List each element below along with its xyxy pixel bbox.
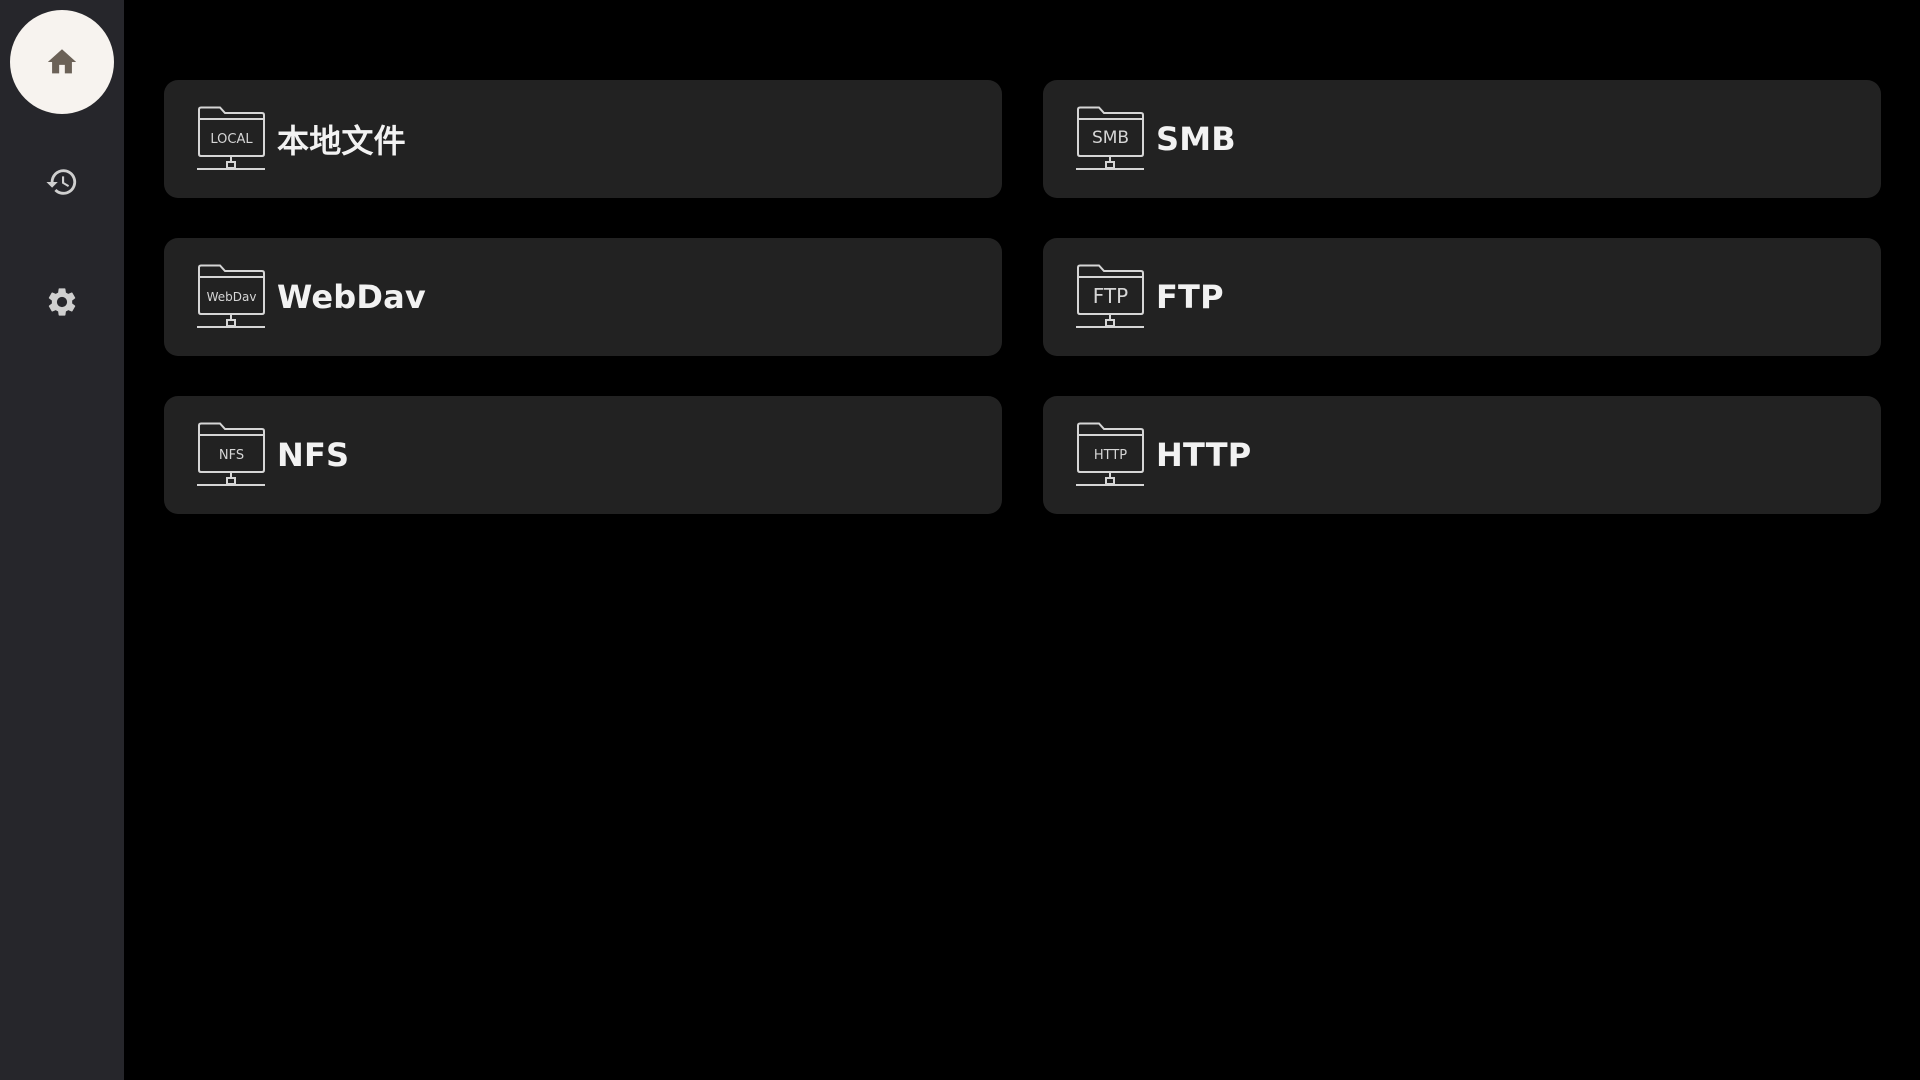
navigation-rail <box>0 0 124 1080</box>
ftp-folder-icon: FTP <box>1076 264 1144 328</box>
smb-folder-icon: SMB <box>1076 106 1144 170</box>
nav-settings-button[interactable] <box>10 250 114 354</box>
nfs-folder-badge: NFS <box>219 448 244 463</box>
gear-icon <box>48 288 76 316</box>
source-label-ftp: FTP <box>1156 278 1224 316</box>
local-folder-icon: LOCAL <box>197 106 265 170</box>
ftp-folder-badge: FTP <box>1093 284 1128 308</box>
http-folder-badge: HTTP <box>1094 448 1127 463</box>
source-tile-local[interactable]: LOCAL 本地文件 <box>164 80 1002 198</box>
home-icon <box>47 49 77 74</box>
source-label-webdav: WebDav <box>277 278 426 316</box>
nav-home-button[interactable] <box>10 10 114 114</box>
source-tile-http[interactable]: HTTP HTTP <box>1043 396 1881 514</box>
source-tile-nfs[interactable]: NFS NFS <box>164 396 1002 514</box>
nfs-folder-icon: NFS <box>197 422 265 486</box>
source-label-local: 本地文件 <box>277 122 406 160</box>
http-folder-icon: HTTP <box>1076 422 1144 486</box>
source-grid: LOCAL 本地文件 SMB SMB WebDav WebDav FTP FTP… <box>164 80 1881 514</box>
nav-history-button[interactable] <box>10 130 114 234</box>
smb-folder-badge: SMB <box>1092 128 1129 148</box>
webdav-folder-badge: WebDav <box>207 290 257 304</box>
source-label-http: HTTP <box>1156 436 1252 474</box>
source-tile-smb[interactable]: SMB SMB <box>1043 80 1881 198</box>
source-label-nfs: NFS <box>277 436 350 474</box>
source-label-smb: SMB <box>1156 120 1236 158</box>
webdav-folder-icon: WebDav <box>197 264 265 328</box>
source-tile-ftp[interactable]: FTP FTP <box>1043 238 1881 356</box>
app-window: LOCAL 本地文件 SMB SMB WebDav WebDav FTP FTP… <box>0 0 1920 1080</box>
local-folder-badge: LOCAL <box>210 132 253 147</box>
source-tile-webdav[interactable]: WebDav WebDav <box>164 238 1002 356</box>
history-icon <box>46 169 77 195</box>
